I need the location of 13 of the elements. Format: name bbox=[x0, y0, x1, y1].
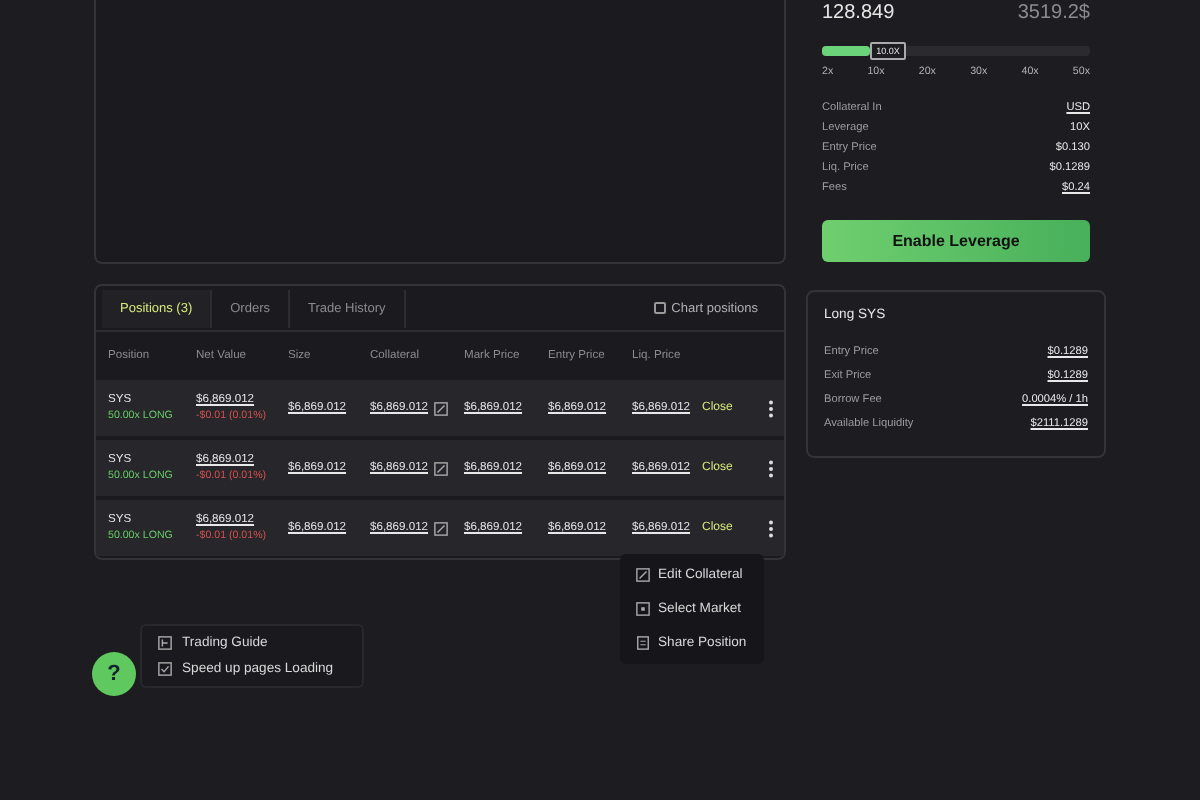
checkbox-icon bbox=[158, 662, 172, 676]
document-icon bbox=[636, 636, 650, 650]
edit-icon bbox=[434, 401, 449, 415]
edit-icon bbox=[434, 521, 449, 535]
price-value: 3519.2$ bbox=[1017, 2, 1090, 26]
edit-icon bbox=[636, 568, 650, 582]
amount-value: 128.849 bbox=[822, 2, 895, 26]
help-button[interactable]: ? bbox=[92, 652, 136, 696]
square-dot-icon bbox=[636, 602, 650, 616]
enable-leverage-button[interactable]: Enable Leverage bbox=[822, 220, 1090, 262]
edit-icon bbox=[434, 461, 449, 475]
checkbox[interactable] bbox=[653, 302, 666, 314]
book-icon bbox=[158, 636, 172, 650]
